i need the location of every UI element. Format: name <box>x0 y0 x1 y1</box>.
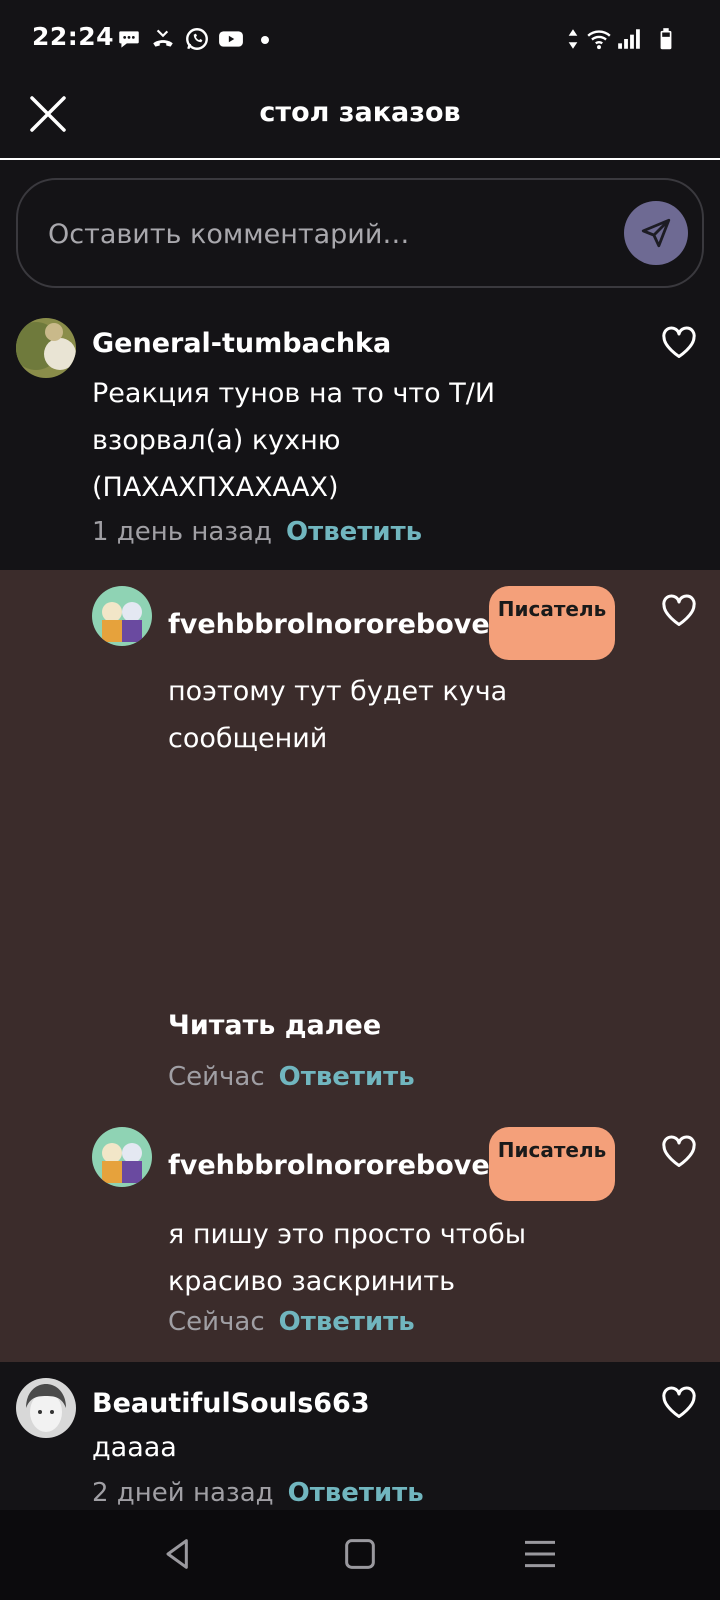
comment-username[interactable]: BeautifulSouls663 <box>92 1388 370 1419</box>
comment-meta: 1 день назад Ответить <box>92 517 422 547</box>
comment-text: даааа <box>92 1432 177 1463</box>
heart-icon[interactable] <box>661 326 697 360</box>
comment-time: 1 день назад <box>92 517 273 547</box>
reply-item: fvehbbrolnororebove Писатель поэтому тут… <box>0 586 720 1096</box>
comment-username[interactable]: General-tumbachka <box>92 328 391 359</box>
whatsapp-icon <box>186 28 208 50</box>
comment-item: General-tumbachka Реакция тунов на то чт… <box>0 318 720 570</box>
avatar[interactable] <box>16 1378 76 1438</box>
status-bar: 22:24 <box>0 0 720 80</box>
youtube-icon <box>219 31 243 47</box>
comment-text: Реакция тунов на то что Т/И взорвал(а) к… <box>92 378 496 503</box>
battery-icon <box>660 28 672 50</box>
comment-time: Сейчас <box>168 1307 265 1337</box>
heart-icon[interactable] <box>661 1386 697 1420</box>
avatar[interactable] <box>92 1127 152 1187</box>
home-icon[interactable] <box>340 1534 380 1574</box>
notification-dot-icon <box>261 36 269 44</box>
missed-call-icon <box>153 29 173 47</box>
comment-username[interactable]: fvehbbrolnororebove <box>168 609 490 640</box>
comment-input[interactable] <box>48 212 608 256</box>
comment-meta: Сейчас Ответить <box>168 1307 415 1337</box>
signal-icon <box>618 29 640 49</box>
reply-button[interactable]: Ответить <box>288 1478 424 1508</box>
avatar[interactable] <box>92 586 152 646</box>
comment-meta: 2 дней назад Ответить <box>92 1478 424 1508</box>
comment-text: я пишу это просто чтобы красиво заскрини… <box>168 1219 527 1297</box>
comment-text: поэтому тут будет куча сообщений <box>168 676 508 754</box>
navigation-bar <box>0 1510 720 1600</box>
comment-time: Сейчас <box>168 1062 265 1092</box>
comment-item: BeautifulSouls663 даааа 2 дней назад Отве… <box>0 1378 720 1508</box>
wifi-icon <box>587 30 611 50</box>
header: стол заказов <box>0 80 720 160</box>
chat-bubble-icon <box>119 31 139 48</box>
recents-icon[interactable] <box>520 1534 560 1574</box>
comment-composer <box>16 178 704 288</box>
status-time: 22:24 <box>32 22 115 51</box>
data-arrows-icon <box>568 29 578 49</box>
reply-button[interactable]: Ответить <box>286 517 422 547</box>
reply-button[interactable]: Ответить <box>279 1307 415 1337</box>
avatar[interactable] <box>16 318 76 378</box>
send-button[interactable] <box>624 201 688 265</box>
screen: 22:24 стол заказов Оставить комментарий…… <box>0 0 720 1600</box>
heart-icon[interactable] <box>661 594 697 628</box>
comment-username[interactable]: fvehbbrolnororebove <box>168 1150 490 1181</box>
writer-badge: Писатель <box>489 1127 615 1201</box>
reply-button[interactable]: Ответить <box>279 1062 415 1092</box>
back-icon[interactable] <box>158 1534 198 1574</box>
writer-badge: Писатель <box>489 586 615 660</box>
comment-time: 2 дней назад <box>92 1478 274 1508</box>
comment-meta: Сейчас Ответить <box>168 1062 415 1092</box>
page-title: стол заказов <box>259 97 461 128</box>
heart-icon[interactable] <box>661 1135 697 1169</box>
read-more-button[interactable]: Читать далее <box>168 1010 381 1041</box>
send-icon <box>641 218 671 248</box>
reply-item: fvehbbrolnororebove Писатель я пишу это … <box>0 1127 720 1352</box>
